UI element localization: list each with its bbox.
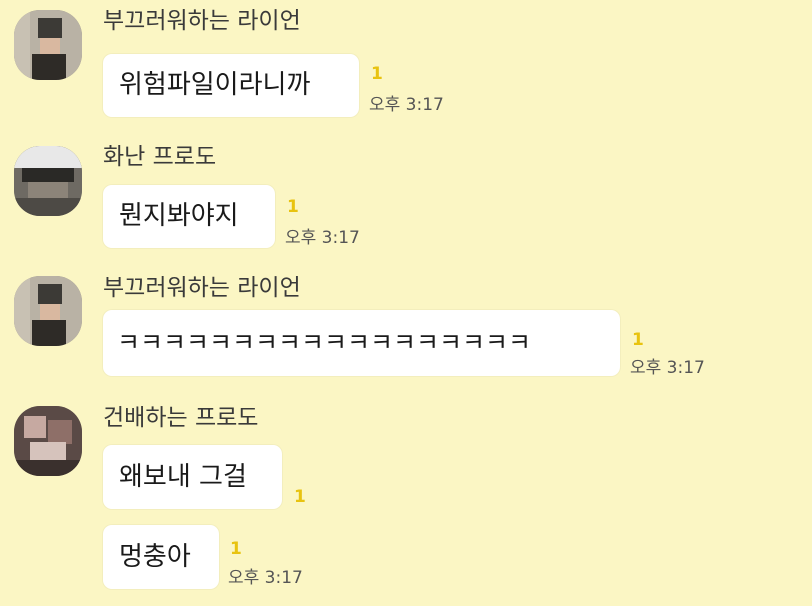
message-time: 오후 3:17: [228, 568, 303, 588]
message-time: 오후 3:17: [630, 358, 705, 378]
unread-count: 1: [371, 64, 383, 84]
chat-room: 부끄러워하는 라이언 위험파일이라니까 1 오후 3:17 화난 프로도 뭔지봐…: [0, 0, 812, 606]
message-time: 오후 3:17: [369, 95, 444, 115]
message-bubble[interactable]: 뭔지봐야지: [103, 185, 275, 248]
message-time: 오후 3:17: [285, 228, 360, 248]
sender-name: 화난 프로도: [103, 144, 217, 170]
message-bubble[interactable]: 멍충아: [103, 525, 219, 589]
message-bubble[interactable]: 위험파일이라니까: [103, 54, 359, 117]
sender-name: 건배하는 프로도: [103, 405, 259, 431]
unread-count: 1: [632, 330, 644, 350]
message-bubble[interactable]: 왜보내 그걸: [103, 445, 282, 509]
profile-avatar[interactable]: [14, 10, 82, 80]
profile-avatar[interactable]: [14, 276, 82, 346]
message-bubble[interactable]: ㅋㅋㅋㅋㅋㅋㅋㅋㅋㅋㅋㅋㅋㅋㅋㅋㅋㅋ: [103, 310, 620, 376]
unread-count: 1: [294, 487, 306, 507]
profile-avatar[interactable]: [14, 146, 82, 216]
profile-avatar[interactable]: [14, 406, 82, 476]
unread-count: 1: [230, 539, 242, 559]
sender-name: 부끄러워하는 라이언: [103, 8, 301, 34]
unread-count: 1: [287, 197, 299, 217]
sender-name: 부끄러워하는 라이언: [103, 275, 301, 301]
